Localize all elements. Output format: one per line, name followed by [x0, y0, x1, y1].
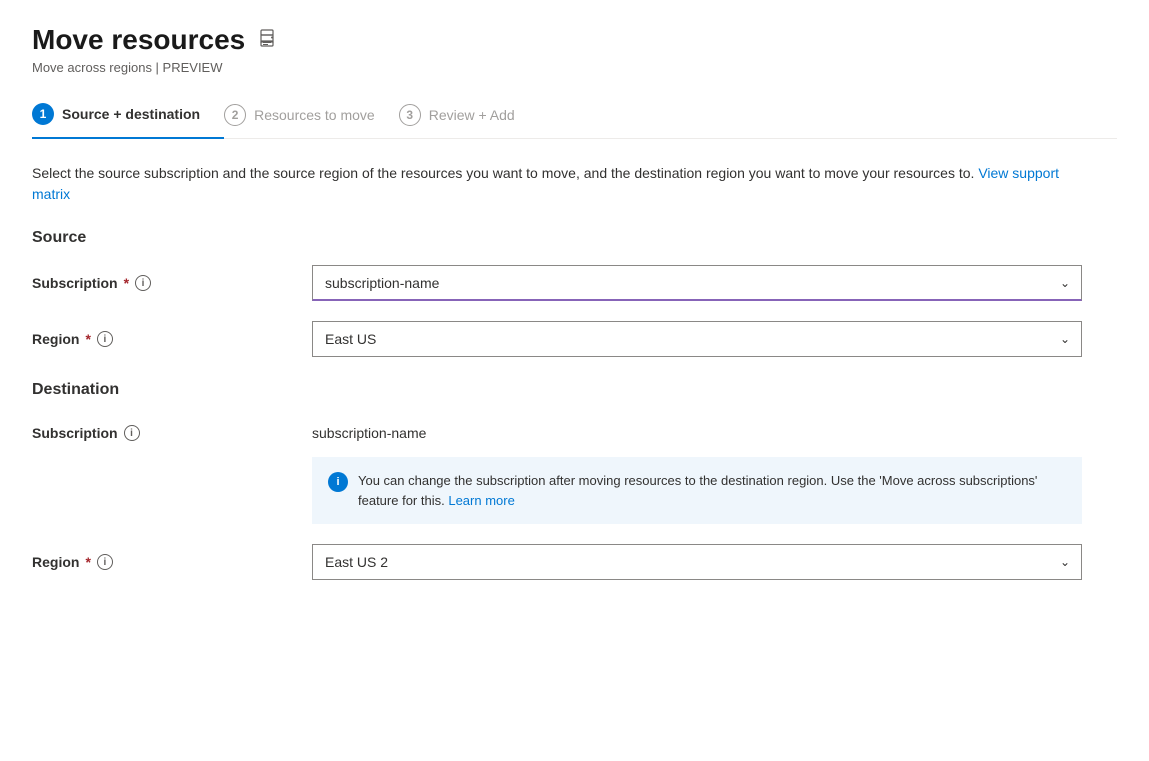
- destination-subscription-info-banner: i You can change the subscription after …: [312, 457, 1082, 524]
- source-region-control: East US West US West US 2 East US 2 Cent…: [312, 321, 1082, 357]
- step-label-1: Source + destination: [62, 106, 200, 122]
- destination-section: Destination Subscription i subscription-…: [32, 381, 1117, 580]
- step-label-3: Review + Add: [429, 107, 515, 123]
- source-section: Source Subscription * i subscription-nam…: [32, 229, 1117, 357]
- description-text: Select the source subscription and the s…: [32, 163, 1082, 205]
- step-number-1: 1: [32, 103, 54, 125]
- source-section-header: Source: [32, 229, 1117, 247]
- page-container: Move resources Move across regions | PRE…: [0, 0, 1149, 761]
- wizard-step-1[interactable]: 1 Source + destination: [32, 103, 224, 139]
- source-subscription-control: subscription-name ⌄: [312, 265, 1082, 301]
- destination-subscription-row: Subscription i subscription-name i You c…: [32, 417, 1082, 524]
- print-icon[interactable]: [257, 28, 277, 53]
- source-subscription-info-icon[interactable]: i: [135, 275, 151, 291]
- wizard-step-3[interactable]: 3 Review + Add: [399, 104, 539, 138]
- destination-region-control: East US 2 West US West US 2 East US Cent…: [312, 544, 1082, 580]
- source-region-info-icon[interactable]: i: [97, 331, 113, 347]
- page-title: Move resources: [32, 24, 245, 56]
- info-banner-text: You can change the subscription after mo…: [358, 471, 1066, 510]
- learn-more-link[interactable]: Learn more: [448, 493, 514, 508]
- source-subscription-select[interactable]: subscription-name: [312, 265, 1082, 301]
- destination-section-header: Destination: [32, 381, 1117, 399]
- destination-region-info-icon[interactable]: i: [97, 554, 113, 570]
- step-number-3: 3: [399, 104, 421, 126]
- source-subscription-required: *: [124, 275, 129, 291]
- destination-subscription-right: subscription-name i You can change the s…: [312, 417, 1082, 524]
- destination-region-row: Region * i East US 2 West US West US 2 E…: [32, 544, 1082, 580]
- source-subscription-row: Subscription * i subscription-name ⌄: [32, 265, 1082, 301]
- page-subtitle: Move across regions | PREVIEW: [32, 60, 1117, 75]
- step-label-2: Resources to move: [254, 107, 375, 123]
- source-region-row: Region * i East US West US West US 2 Eas…: [32, 321, 1082, 357]
- source-region-wrapper: East US West US West US 2 East US 2 Cent…: [312, 321, 1082, 357]
- source-subscription-label: Subscription * i: [32, 275, 312, 291]
- source-subscription-wrapper: subscription-name ⌄: [312, 265, 1082, 301]
- wizard-step-2[interactable]: 2 Resources to move: [224, 104, 399, 138]
- wizard-steps: 1 Source + destination 2 Resources to mo…: [32, 103, 1117, 139]
- destination-region-wrapper: East US 2 West US West US 2 East US Cent…: [312, 544, 1082, 580]
- destination-subscription-label: Subscription i: [32, 417, 312, 441]
- destination-region-select[interactable]: East US 2 West US West US 2 East US Cent…: [312, 544, 1082, 580]
- source-region-label: Region * i: [32, 331, 312, 347]
- info-banner-icon: i: [328, 472, 348, 492]
- header-area: Move resources: [32, 24, 1117, 56]
- source-region-required: *: [85, 331, 90, 347]
- step-number-2: 2: [224, 104, 246, 126]
- source-region-select[interactable]: East US West US West US 2 East US 2 Cent…: [312, 321, 1082, 357]
- destination-region-label: Region * i: [32, 554, 312, 570]
- destination-subscription-value: subscription-name: [312, 417, 1082, 449]
- destination-subscription-info-icon[interactable]: i: [124, 425, 140, 441]
- destination-region-required: *: [85, 554, 90, 570]
